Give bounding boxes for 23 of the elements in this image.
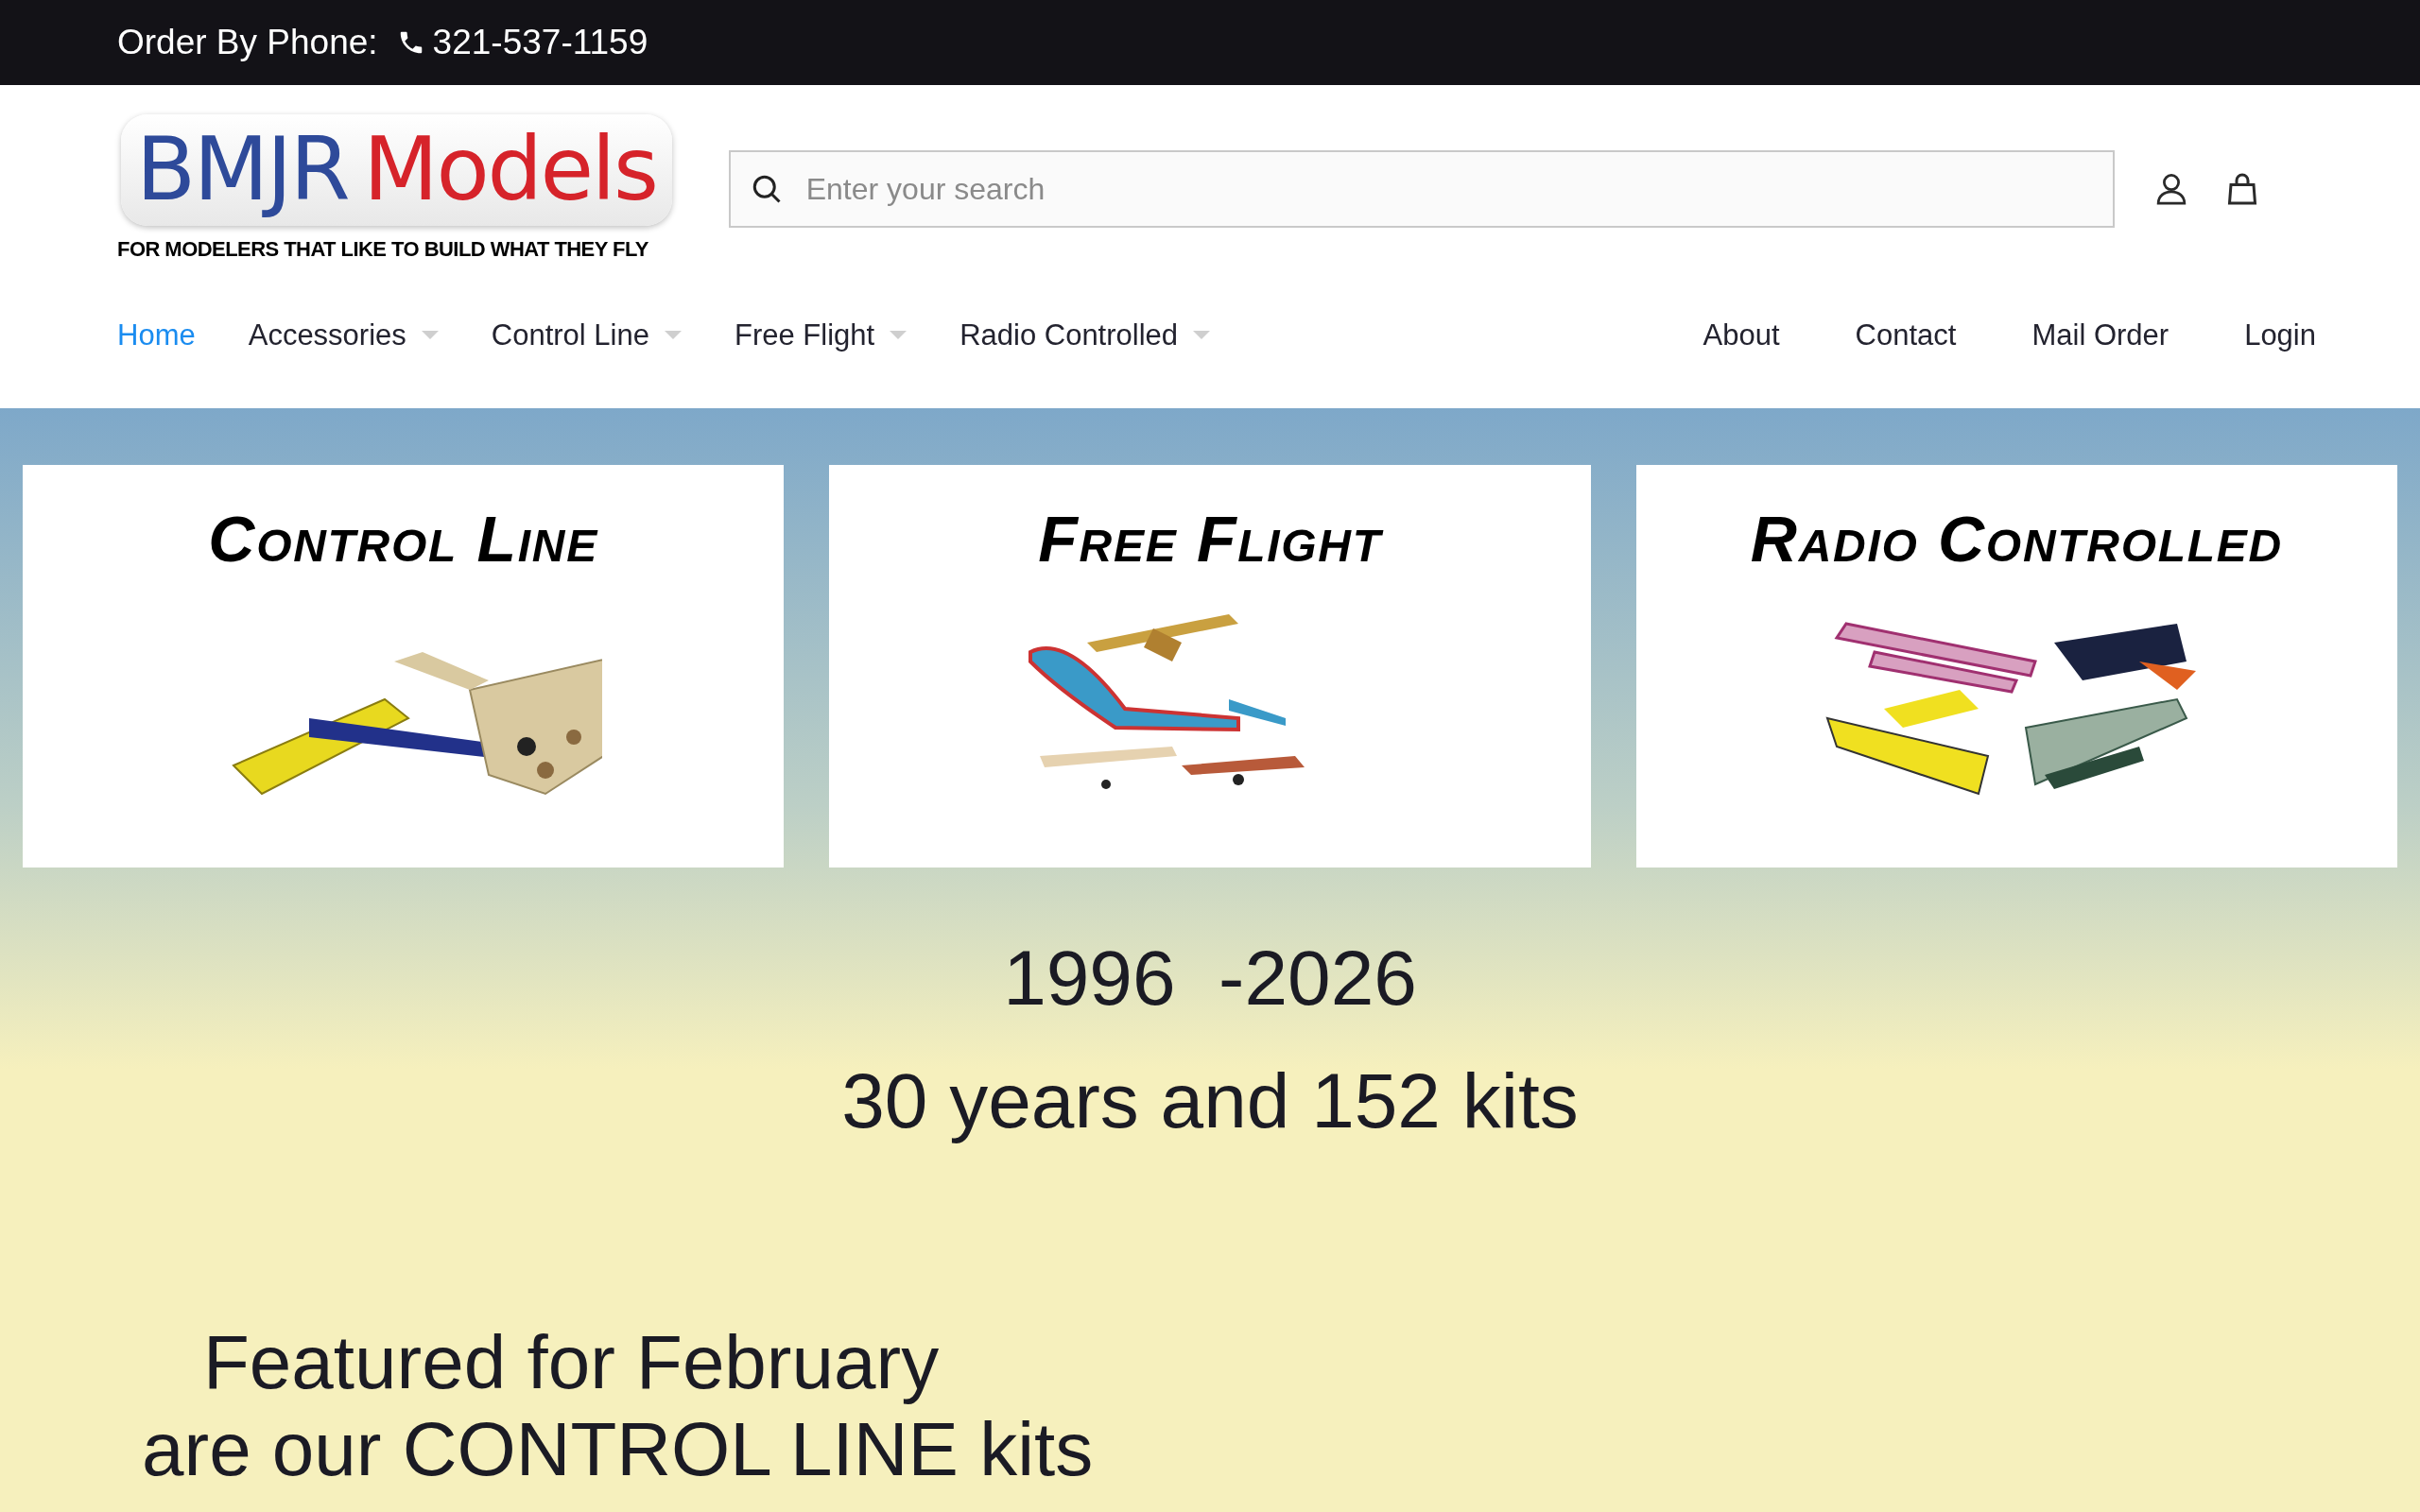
featured-text: Featured for February — [202, 1319, 941, 1406]
nav-link[interactable]: Mail Order — [2031, 313, 2169, 358]
headline-text: 30 years and 152 kits — [841, 1057, 1579, 1145]
nav-link[interactable]: Accessories — [248, 313, 439, 358]
nav-link[interactable]: Login — [2244, 313, 2316, 358]
search-field[interactable]: Enter your search — [728, 150, 2115, 228]
category-title: Control Line — [208, 507, 598, 571]
category-title: Free Flight — [1038, 507, 1382, 571]
account-icon[interactable] — [2155, 172, 2187, 206]
nav-link[interactable]: Control Line — [491, 313, 682, 358]
category-card[interactable]: Radio Controlled — [1635, 465, 2397, 868]
category-card[interactable]: Control Line — [23, 465, 785, 868]
category-card[interactable]: Free Flight — [829, 465, 1591, 868]
featured-text: are our CONTROL LINE kits — [141, 1406, 1095, 1493]
nav-link[interactable]: About — [1703, 313, 1780, 358]
order-label: Order By Phone: — [117, 22, 378, 64]
nav-link[interactable]: Free Flight — [734, 313, 908, 358]
headline-text: 1996 -2026 — [1003, 934, 1417, 1022]
nav-link[interactable]: Contact — [1855, 313, 1957, 358]
category-title: Radio Controlled — [1750, 507, 2283, 571]
nav-link[interactable]: Radio Controlled — [959, 313, 1211, 358]
shopping-bag-icon[interactable] — [2225, 172, 2259, 206]
phone-link[interactable]: 321-537-1159 — [396, 16, 648, 69]
